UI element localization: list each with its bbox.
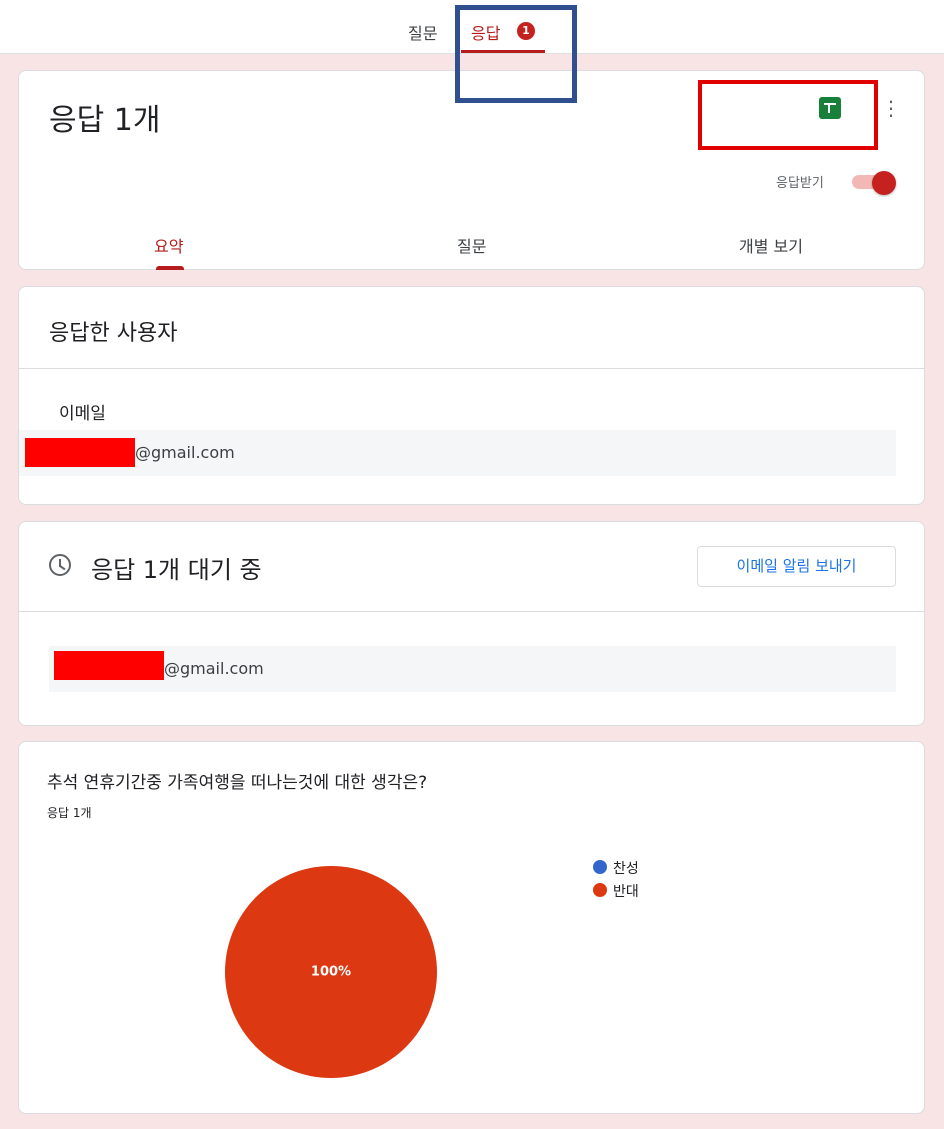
clock-icon (49, 554, 71, 576)
pending-heading: 응답 1개 대기 중 (91, 556, 262, 584)
redacted-email-user (54, 651, 164, 680)
tab-summary[interactable]: 요약 (154, 233, 183, 257)
pending-responses-card: 응답 1개 대기 중 이메일 알림 보내기 @gmail.com (18, 521, 925, 726)
respondents-card: 응답한 사용자 이메일 @gmail.com (18, 286, 925, 505)
summary-tab-indicator (156, 266, 184, 270)
tab-question[interactable]: 질문 (457, 233, 486, 257)
responses-title: 응답 1개 (49, 103, 161, 138)
question-summary-card: 추석 연휴기간중 가족여행을 떠나는것에 대한 생각은? 응답 1개 찬성 반대… (18, 741, 925, 1114)
more-vert-icon[interactable]: ⋮ (881, 97, 901, 119)
divider (19, 611, 924, 612)
respondent-email-domain: @gmail.com (135, 443, 235, 462)
tab-individual[interactable]: 개별 보기 (739, 233, 803, 257)
email-column-label: 이메일 (59, 404, 106, 424)
toggle-knob (872, 171, 896, 195)
send-email-reminder-button[interactable]: 이메일 알림 보내기 (697, 546, 896, 587)
annotation-box-red (698, 80, 878, 150)
question-title: 추석 연휴기간중 가족여행을 떠나는것에 대한 생각은? (47, 773, 428, 793)
pie-label-100: 100% (311, 965, 351, 980)
legend-dot-disagree (593, 883, 607, 897)
pending-email-domain: @gmail.com (164, 659, 264, 678)
tab-questions[interactable]: 질문 (408, 20, 437, 44)
redacted-email-user (25, 438, 135, 467)
accepting-responses-toggle[interactable] (852, 171, 898, 195)
respondents-heading: 응답한 사용자 (49, 321, 178, 346)
divider (19, 368, 924, 369)
annotation-box-blue (455, 5, 577, 103)
legend-dot-agree (593, 860, 607, 874)
pending-email-row[interactable]: @gmail.com (49, 646, 896, 692)
respondent-email-row[interactable]: @gmail.com (19, 430, 896, 476)
question-response-count: 응답 1개 (47, 806, 92, 820)
pie-chart: 100% (225, 866, 437, 1078)
legend-label-disagree: 반대 (613, 884, 639, 900)
legend-label-agree: 찬성 (613, 861, 639, 877)
accepting-responses-label: 응답받기 (776, 176, 824, 191)
